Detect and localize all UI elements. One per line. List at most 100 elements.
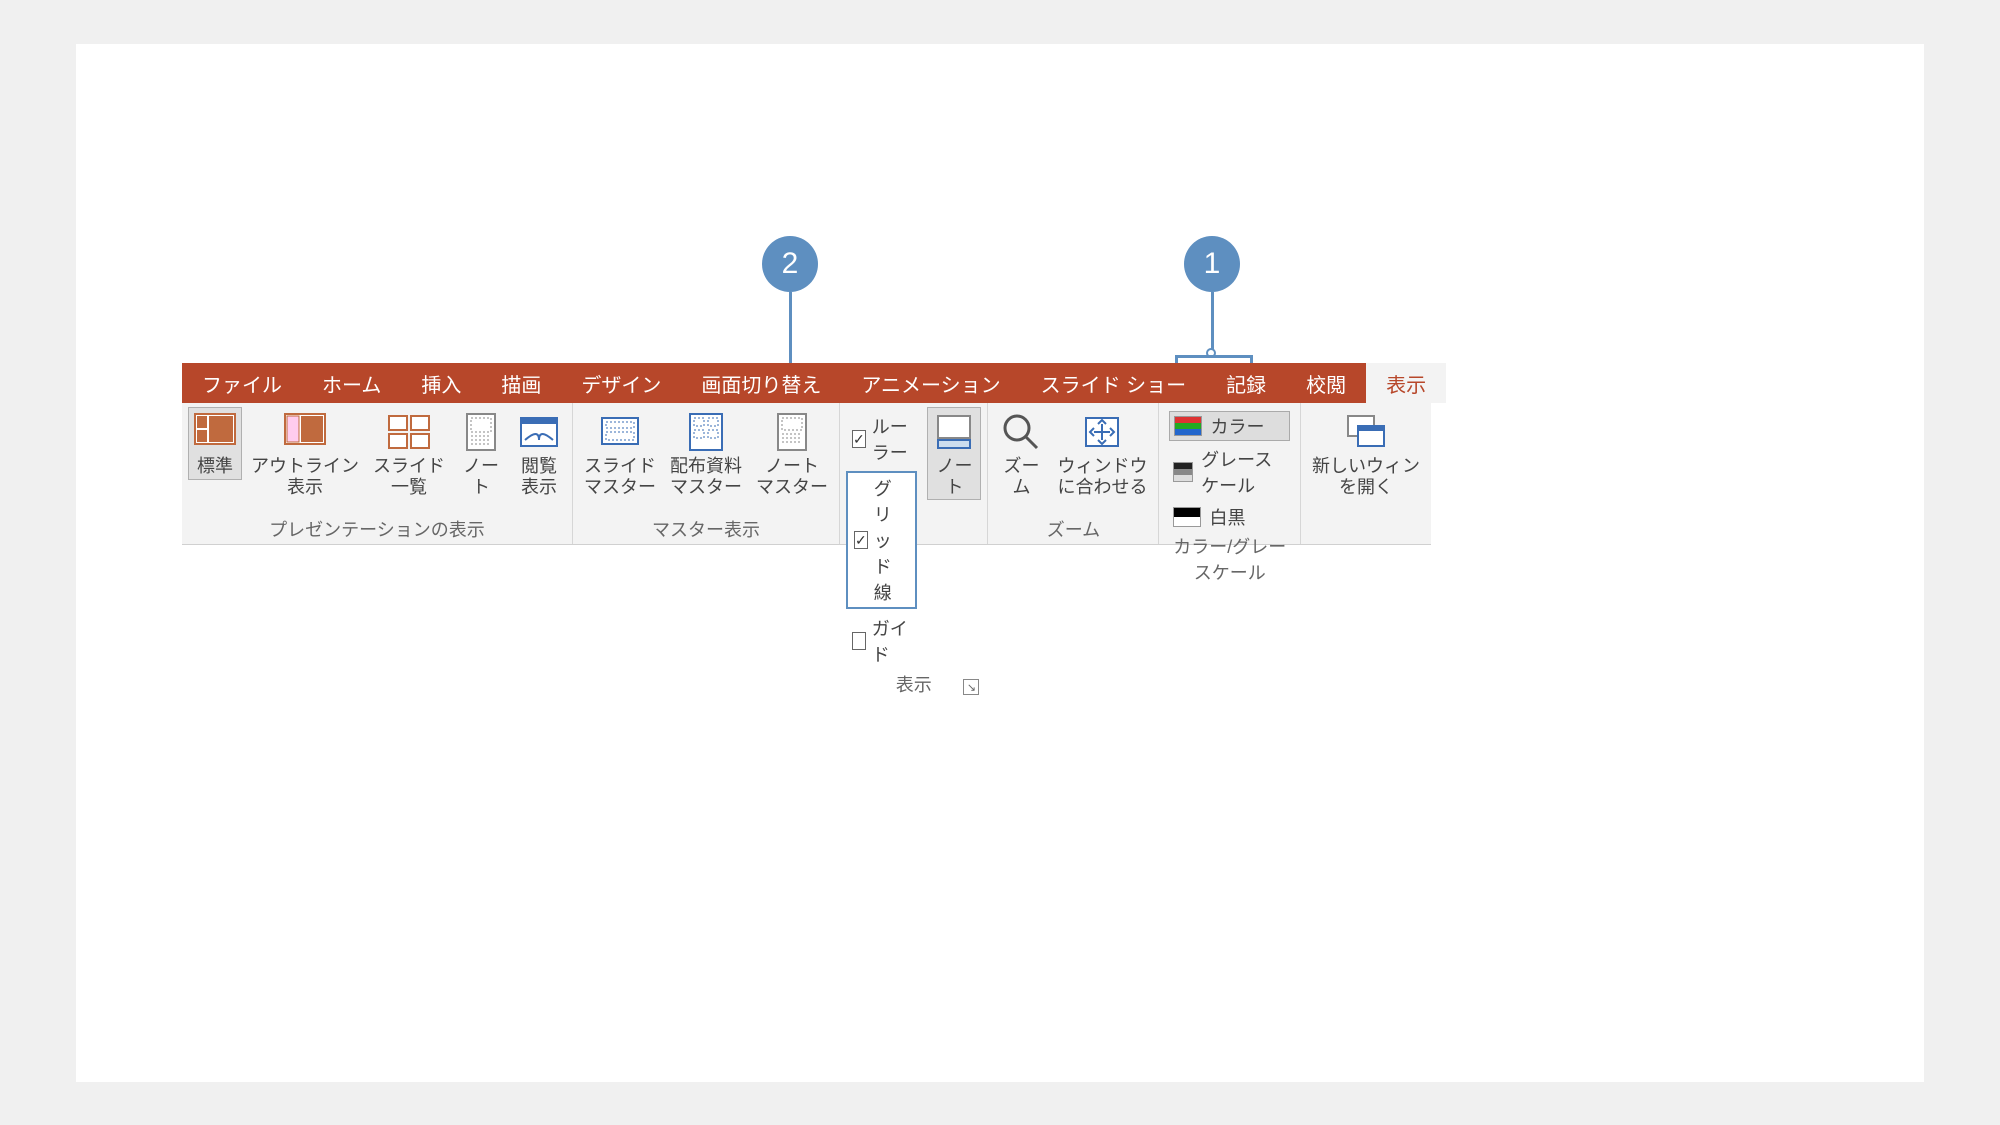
- group-zoom-label: ズーム: [1047, 520, 1100, 540]
- tab-record-label: 記録: [1226, 369, 1266, 398]
- guides-checkbox[interactable]: ガイド: [846, 613, 917, 669]
- color-button[interactable]: カラー: [1169, 411, 1290, 441]
- notes-icon: [932, 410, 976, 454]
- tab-transitions[interactable]: 画面切り替え: [681, 363, 841, 403]
- tab-developer[interactable]: 開発: [1446, 363, 1526, 403]
- tab-animations-label: アニメーション: [861, 369, 1000, 398]
- tab-file[interactable]: ファイル: [182, 363, 302, 403]
- callout-1: 1: [1184, 236, 1240, 292]
- tab-design[interactable]: デザイン: [561, 363, 681, 403]
- bw-swatch-icon: [1173, 507, 1201, 527]
- ribbon: ファイル ホーム 挿入 描画 デザイン 画面切り替え アニメーション スライド …: [182, 363, 1431, 545]
- group-window: 新しいウィン を開く: [1301, 403, 1431, 544]
- notes-button[interactable]: ノー ト: [927, 407, 981, 500]
- tab-design-label: デザイン: [581, 369, 661, 398]
- slide-sorter-icon: [387, 410, 431, 454]
- notes-master-label: ノート マスター: [756, 456, 828, 497]
- new-window-icon: [1344, 410, 1388, 454]
- new-window-label: 新しいウィン を開く: [1312, 456, 1420, 497]
- notes-master-icon: [770, 410, 814, 454]
- tab-view-label: 表示: [1386, 369, 1426, 398]
- tab-home[interactable]: ホーム: [302, 363, 401, 403]
- tab-insert-label: 挿入: [421, 369, 461, 398]
- tab-view[interactable]: 表示: [1366, 363, 1446, 403]
- outline-view-button[interactable]: アウトライン 表示: [246, 407, 364, 500]
- uncheck-icon: [852, 632, 866, 650]
- reading-view-button[interactable]: 閲覧表示: [512, 407, 566, 500]
- slide-master-icon: [598, 410, 642, 454]
- zoom-icon: [999, 410, 1043, 454]
- ruler-checkbox[interactable]: ✓ ルーラー: [846, 411, 917, 467]
- slide-master-button[interactable]: スライド マスター: [579, 407, 661, 500]
- slide-sorter-label: スライド 一覧: [373, 456, 445, 497]
- gridlines-checkbox[interactable]: ✓ グリッド線: [846, 471, 917, 609]
- callout-1-dot: [1206, 348, 1216, 358]
- show-dialog-launcher[interactable]: ↘: [963, 679, 979, 695]
- gridlines-label: グリッド線: [874, 475, 910, 605]
- blackwhite-button[interactable]: 白黒: [1169, 503, 1290, 531]
- group-zoom: ズーム ウィンドウ に合わせる ズーム: [988, 403, 1159, 544]
- ruler-label: ルーラー: [872, 413, 912, 465]
- tab-transitions-label: 画面切り替え: [701, 369, 821, 398]
- normal-view-button[interactable]: 標準: [188, 407, 242, 480]
- tab-draw[interactable]: 描画: [481, 363, 561, 403]
- color-swatch-icon: [1174, 416, 1202, 436]
- notes-label: ノー ト: [936, 456, 972, 497]
- callout-1-label: 1: [1204, 247, 1221, 281]
- ribbon-tab-strip: ファイル ホーム 挿入 描画 デザイン 画面切り替え アニメーション スライド …: [182, 363, 1431, 403]
- tab-insert[interactable]: 挿入: [401, 363, 481, 403]
- group-show-label: 表示: [896, 675, 932, 695]
- tab-record[interactable]: 記録: [1206, 363, 1286, 403]
- notes-page-icon: [459, 410, 503, 454]
- tab-file-label: ファイル: [202, 369, 282, 398]
- reading-view-label: 閲覧表示: [517, 456, 561, 497]
- group-master-views-label: マスター表示: [652, 520, 760, 540]
- tab-help[interactable]: ヘルプ: [1526, 363, 1626, 403]
- grayscale-swatch-icon: [1173, 462, 1193, 482]
- tab-review-label: 校閲: [1306, 369, 1346, 398]
- handout-master-icon: [684, 410, 728, 454]
- new-window-button[interactable]: 新しいウィン を開く: [1307, 407, 1425, 500]
- tab-slideshow[interactable]: スライド ショー: [1021, 363, 1207, 403]
- outline-view-icon: [283, 410, 327, 454]
- fit-window-icon: [1080, 410, 1124, 454]
- tab-developer-label: 開発: [1466, 369, 1506, 398]
- grayscale-button[interactable]: グレースケール: [1169, 445, 1290, 499]
- tab-animations[interactable]: アニメーション: [841, 363, 1020, 403]
- reading-view-icon: [517, 410, 561, 454]
- blackwhite-label: 白黒: [1209, 504, 1245, 530]
- tab-help-label: ヘルプ: [1546, 369, 1606, 398]
- guides-label: ガイド: [872, 615, 912, 667]
- tab-slideshow-label: スライド ショー: [1041, 369, 1187, 398]
- callout-1-line: [1211, 292, 1214, 352]
- grayscale-label: グレースケール: [1201, 446, 1286, 498]
- normal-view-icon: [193, 410, 237, 454]
- zoom-button[interactable]: ズーム: [994, 407, 1048, 500]
- tab-home-label: ホーム: [322, 369, 381, 398]
- slide-canvas: 2 1 ファイル ホーム 挿入 描画 デザイン 画面切り替え アニメーション ス…: [76, 44, 1924, 1082]
- slide-master-label: スライド マスター: [584, 456, 656, 497]
- check-icon: ✓: [852, 430, 866, 448]
- handout-master-label: 配布資料 マスター: [670, 456, 742, 497]
- check-icon: ✓: [854, 531, 868, 549]
- group-color-grayscale-label: カラー/グレースケール: [1173, 537, 1286, 583]
- group-presentation-views-label: プレゼンテーションの表示: [269, 520, 485, 540]
- tab-draw-label: 描画: [501, 369, 541, 398]
- group-color-grayscale: カラー グレースケール 白黒 カラー/グレースケール: [1159, 403, 1301, 544]
- group-presentation-views: 標準 アウトライン 表示 スライド 一覧 ノー ト: [182, 403, 573, 544]
- tab-review[interactable]: 校閲: [1286, 363, 1366, 403]
- fit-to-window-button[interactable]: ウィンドウ に合わせる: [1052, 407, 1152, 500]
- zoom-label: ズーム: [999, 456, 1043, 497]
- group-master-views: スライド マスター 配布資料 マスター ノート マスター マスター表示: [573, 403, 840, 544]
- slide-sorter-button[interactable]: スライド 一覧: [368, 407, 450, 500]
- callout-2: 2: [762, 236, 818, 292]
- notes-master-button[interactable]: ノート マスター: [751, 407, 833, 500]
- notes-page-button[interactable]: ノー ト: [454, 407, 508, 500]
- fit-to-window-label: ウィンドウ に合わせる: [1057, 456, 1147, 497]
- outline-view-label: アウトライン 表示: [251, 456, 359, 497]
- handout-master-button[interactable]: 配布資料 マスター: [665, 407, 747, 500]
- color-label: カラー: [1210, 413, 1264, 439]
- ribbon-body: 標準 アウトライン 表示 スライド 一覧 ノー ト: [182, 403, 1431, 545]
- group-show: ✓ ルーラー ✓ グリッド線 ガイド: [840, 403, 988, 544]
- callout-2-label: 2: [782, 247, 799, 281]
